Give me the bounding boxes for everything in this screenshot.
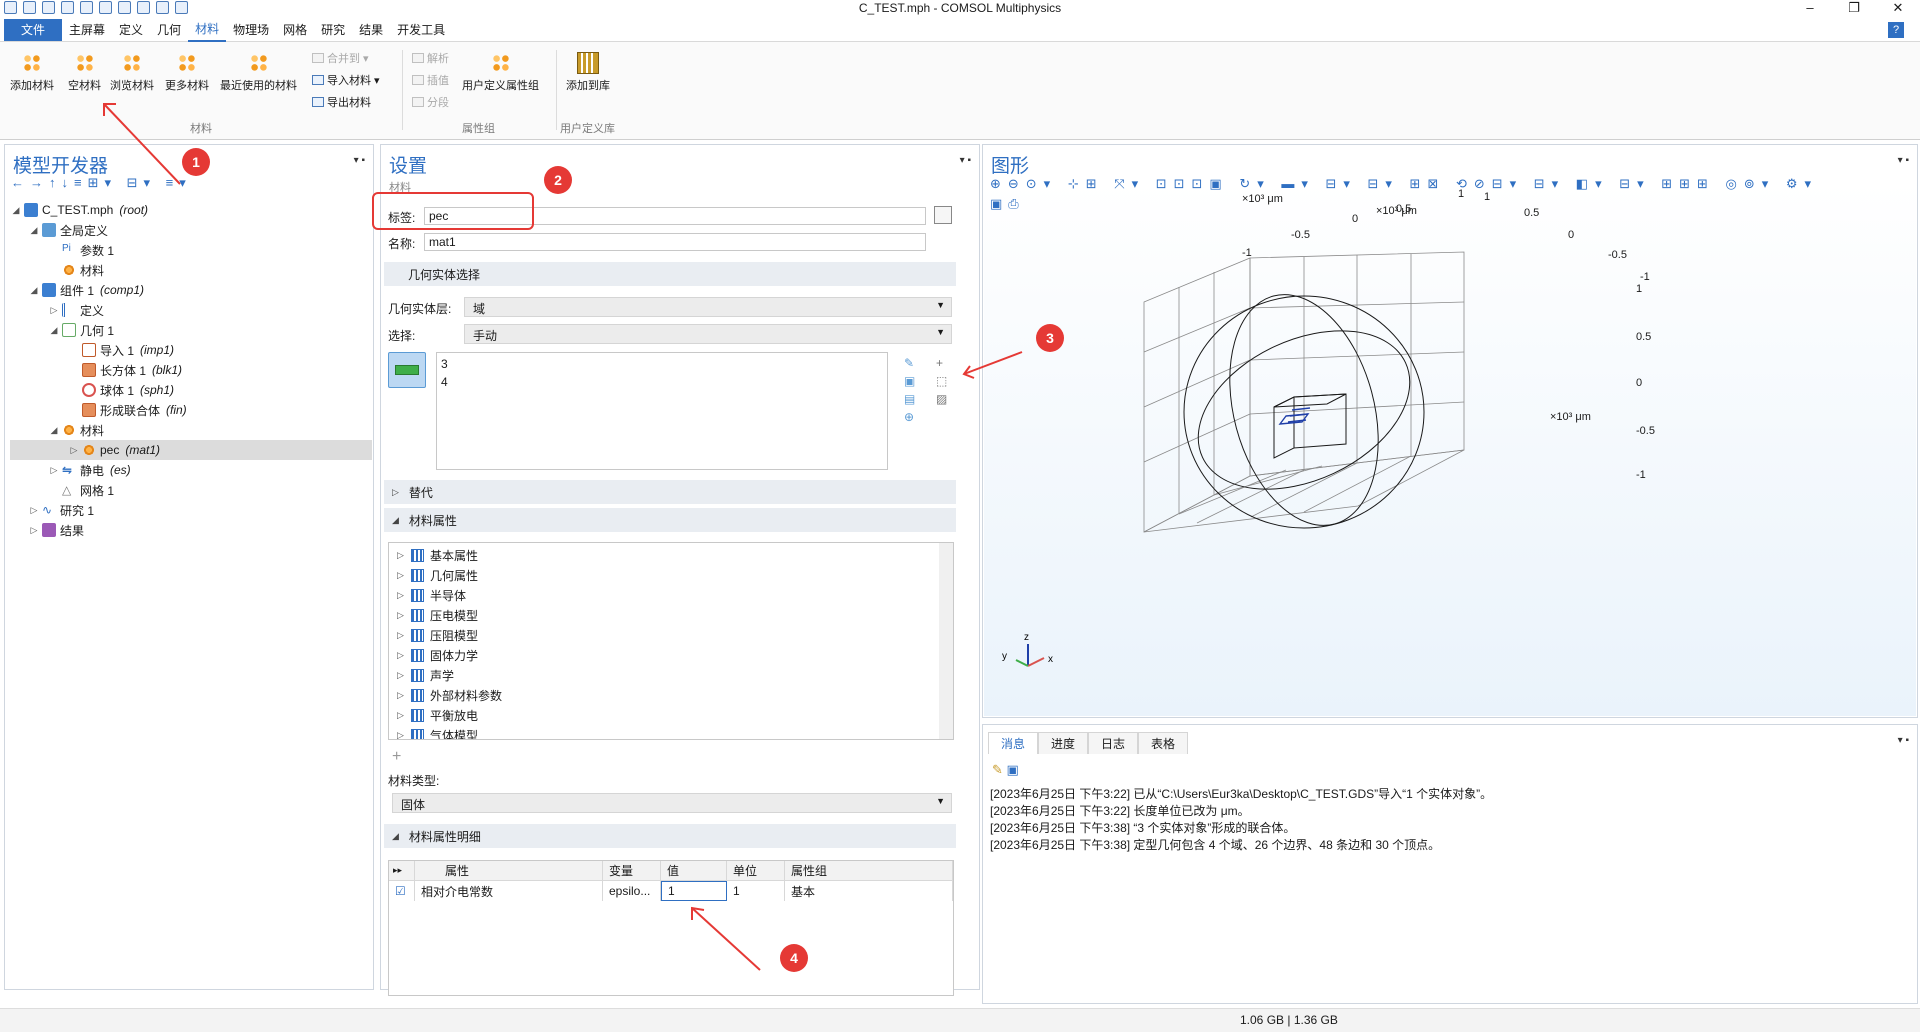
annotation-arrows xyxy=(103,103,1023,971)
annotation-badge: 2 xyxy=(544,166,572,194)
annotation-badge: 3 xyxy=(1036,324,1064,352)
annotation-badge: 4 xyxy=(780,944,808,972)
annotation-badge: 1 xyxy=(182,148,210,176)
